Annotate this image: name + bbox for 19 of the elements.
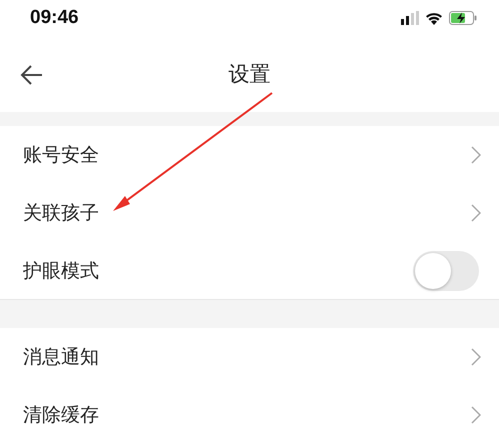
setting-label: 消息通知: [23, 345, 99, 370]
setting-row[interactable]: 关联孩子: [0, 184, 499, 242]
setting-label: 清除缓存: [23, 403, 99, 428]
battery-icon: [449, 11, 477, 25]
chevron-icon: [471, 204, 481, 222]
setting-row[interactable]: 账号安全: [0, 126, 499, 184]
setting-label: 护眼模式: [23, 258, 99, 284]
wifi-icon: [425, 11, 443, 25]
setting-label: 账号安全: [23, 143, 99, 168]
page-title: 设置: [228, 61, 270, 88]
status-time: 09:46: [30, 7, 79, 29]
setting-row[interactable]: 清除缓存: [0, 386, 499, 444]
chevron-icon: [471, 406, 481, 424]
chevron-icon: [471, 146, 481, 164]
setting-label: 关联孩子: [23, 201, 99, 226]
toggle-switch[interactable]: [413, 250, 479, 290]
chevron-icon: [471, 348, 481, 366]
setting-row[interactable]: 消息通知: [0, 328, 499, 386]
signal-icon: [401, 11, 419, 25]
